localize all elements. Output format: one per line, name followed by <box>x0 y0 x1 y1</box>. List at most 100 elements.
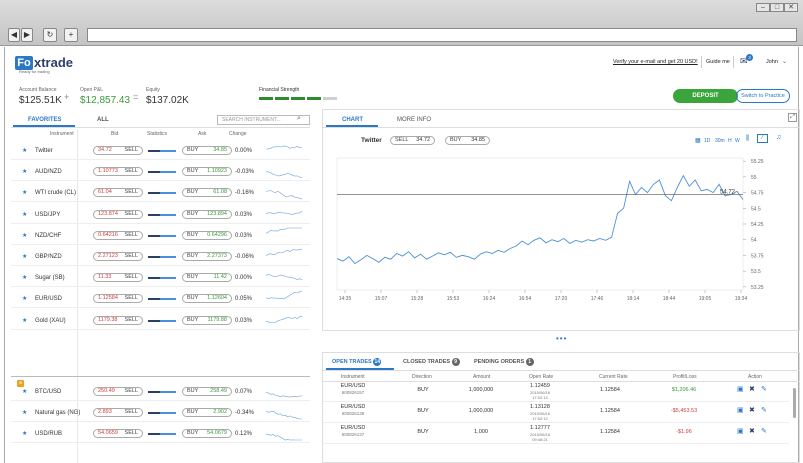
minimize-icon[interactable]: – <box>756 3 770 12</box>
bell-alert-icon[interactable]: ♫ <box>776 134 781 141</box>
star-icon[interactable]: ★ <box>22 147 27 154</box>
deposit-button[interactable]: DEPOSIT <box>673 89 738 103</box>
verify-email-link[interactable]: Verify your e-mail and get 20 USD! <box>613 59 698 65</box>
edit-icon[interactable]: ✎ <box>761 427 767 435</box>
star-icon[interactable]: ★ <box>22 430 27 437</box>
new-tab-button[interactable]: + <box>64 28 78 42</box>
star-icon[interactable]: ★ <box>22 317 27 324</box>
instrument-name[interactable]: NZD/CHF <box>35 233 61 239</box>
sell-button[interactable]: 250.49 SELL <box>93 387 143 396</box>
edit-icon[interactable]: ✎ <box>761 385 767 393</box>
instrument-name[interactable]: EUR/USD <box>35 296 62 302</box>
sell-button[interactable]: 1.12584 SELL <box>93 294 143 304</box>
instrument-name[interactable]: WTI crude (CL) <box>35 190 76 196</box>
instrument-name[interactable]: AUD/NZD <box>35 169 62 175</box>
chevron-down-icon[interactable]: ⌄ <box>782 58 787 65</box>
expand-icon[interactable]: ⤢ <box>788 113 797 122</box>
instrument-name[interactable]: USD/RUB <box>35 431 62 437</box>
instrument-name[interactable]: GBP/NZD <box>35 254 62 260</box>
switch-practice-button[interactable]: Switch to Practice <box>736 89 790 103</box>
row-divider <box>11 286 310 288</box>
buy-button[interactable]: BUY 34.85 <box>182 146 232 155</box>
candlestick-icon[interactable]: ⫼ <box>746 135 749 143</box>
trade-instrument[interactable]: EUR/USD <box>333 404 373 410</box>
buy-button[interactable]: BUY 61.08 <box>182 188 232 198</box>
sell-button[interactable]: 11.33 SELL <box>93 273 143 283</box>
instrument-name[interactable]: USD/JPY <box>35 212 60 218</box>
back-button[interactable]: ◀ <box>8 28 20 42</box>
sell-button[interactable]: 34.72 SELL <box>93 146 143 155</box>
star-icon[interactable]: ★ <box>22 168 27 175</box>
star-icon[interactable]: ★ <box>22 232 27 239</box>
trade-instrument[interactable]: EUR/USD <box>333 383 373 389</box>
close-trade-icon[interactable]: ✖ <box>749 427 755 435</box>
row-divider <box>11 180 310 182</box>
buy-label: BUY <box>187 147 199 153</box>
calculator-icon[interactable]: ▣ <box>737 406 744 414</box>
calculator-icon[interactable]: ▣ <box>737 427 744 435</box>
sell-button[interactable]: 54.0659 SELL <box>93 429 143 439</box>
instrument-name[interactable]: BTC/USD <box>35 389 61 395</box>
price-chart[interactable]: 55.25 55 54.75 54.5 54.25 54 53.75 53.5 53.25 14:… <box>323 146 799 332</box>
sell-button[interactable]: 123.874 SELL <box>93 209 143 219</box>
line-chart-icon[interactable]: ⁄ <box>757 134 768 143</box>
buy-button[interactable]: BUY 2.902 <box>182 408 232 418</box>
star-icon[interactable]: ★ <box>22 295 27 302</box>
close-trade-icon[interactable]: ✖ <box>749 406 755 414</box>
star-icon[interactable]: ★ <box>22 189 27 196</box>
star-icon[interactable]: ★ <box>22 388 27 395</box>
timeframe-h[interactable]: H <box>728 138 732 144</box>
calculator-icon[interactable]: ▣ <box>737 385 744 393</box>
sell-button[interactable]: 1179.38 SELL <box>93 315 143 325</box>
buy-button[interactable]: BUY 11.42 <box>182 273 232 283</box>
star-icon[interactable]: ★ <box>22 253 27 260</box>
reload-button[interactable]: ↻ <box>43 28 57 42</box>
forward-button[interactable]: ▶ <box>21 28 33 42</box>
tab-favorites[interactable]: FAVORITES <box>28 117 62 123</box>
tab-closed-trades[interactable]: CLOSED TRADES 9 <box>403 358 460 366</box>
tab-all[interactable]: ALL <box>97 117 109 123</box>
buy-button[interactable]: BUY 0.64296 <box>182 230 232 240</box>
user-menu[interactable]: John <box>766 59 778 65</box>
chart-buy-button[interactable]: BUY 34.85 <box>445 136 490 145</box>
buy-button[interactable]: BUY 1.10923 <box>182 167 232 177</box>
guide-me-link[interactable]: Guide me <box>706 59 730 65</box>
timeframe-30m[interactable]: 30m <box>715 138 725 144</box>
instrument-name[interactable]: Gold (XAU) <box>35 318 66 324</box>
sell-button[interactable]: 61.04 SELL <box>93 188 143 198</box>
buy-button[interactable]: BUY 258.49 <box>182 387 232 396</box>
sell-button[interactable]: 2.27123 SELL <box>93 252 143 261</box>
chart-sell-button[interactable]: SELL 34.72 <box>390 136 435 145</box>
tab-chart[interactable]: CHART <box>342 117 363 123</box>
star-icon[interactable]: ★ <box>22 274 27 281</box>
trade-instrument[interactable]: EUR/USD <box>333 425 373 431</box>
sell-button[interactable]: 0.64216 SELL <box>93 230 143 240</box>
buy-button[interactable]: BUY 2.27373 <box>182 252 232 261</box>
resize-handle[interactable]: ••• <box>556 334 567 343</box>
instrument-name[interactable]: Sugar (SB) <box>35 275 65 281</box>
calendar-icon[interactable]: ▦ <box>695 137 701 144</box>
buy-button[interactable]: BUY 1179.88 <box>182 315 232 325</box>
edit-icon[interactable]: ✎ <box>761 406 767 414</box>
sparkline <box>265 404 304 422</box>
instrument-name[interactable]: Natural gas (NG) <box>35 410 80 416</box>
sell-button[interactable]: 2.893 SELL <box>93 408 143 418</box>
timeframe-w[interactable]: W <box>735 138 740 144</box>
instrument-name[interactable]: Twitter <box>35 148 53 154</box>
star-icon[interactable]: ★ <box>22 211 27 218</box>
bid-value: 34.72 <box>98 147 112 153</box>
sell-button[interactable]: 1.10773 SELL <box>93 167 143 177</box>
close-icon[interactable]: ✕ <box>784 3 798 12</box>
close-trade-icon[interactable]: ✖ <box>749 385 755 393</box>
maximize-icon[interactable]: □ <box>770 3 784 12</box>
timeframe-1d[interactable]: 1D <box>704 138 710 144</box>
buy-button[interactable]: BUY 1.12604 <box>182 294 232 304</box>
tab-open-trades[interactable]: OPEN TRADES 14 <box>332 358 382 366</box>
trades-scrollbar[interactable] <box>793 388 796 418</box>
tab-pending-orders[interactable]: PENDING ORDERS 1 <box>474 358 534 366</box>
buy-button[interactable]: BUY 54.0679 <box>182 429 232 439</box>
star-icon[interactable]: ★ <box>22 409 27 416</box>
buy-button[interactable]: BUY 123.894 <box>182 209 232 219</box>
tab-more-info[interactable]: MORE INFO <box>397 117 431 123</box>
address-bar[interactable] <box>87 28 797 42</box>
